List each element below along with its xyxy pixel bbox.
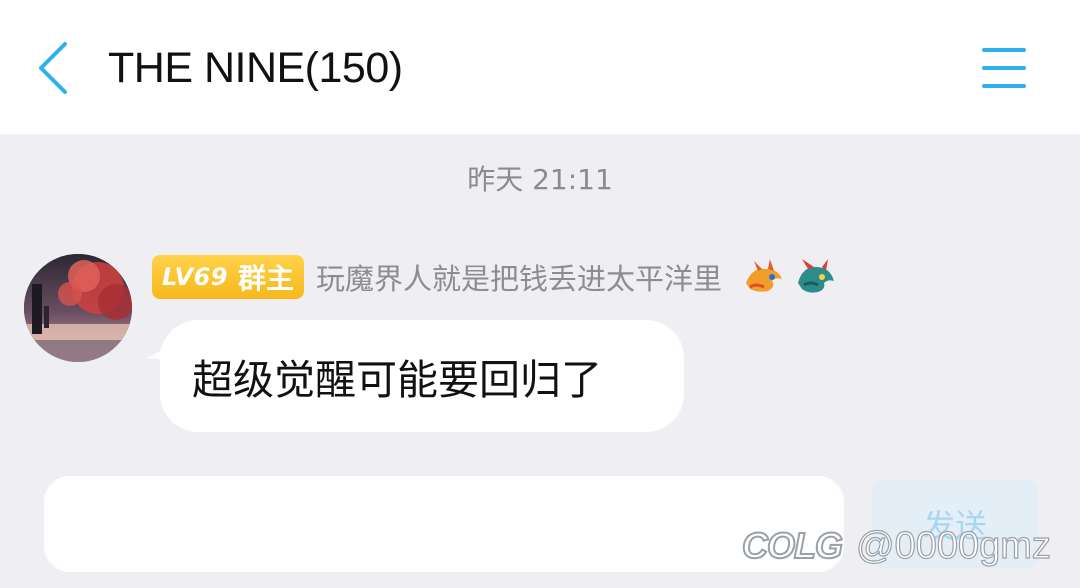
- dragon-teal-icon: [798, 259, 834, 293]
- message-bubble[interactable]: 超级觉醒可能要回归了: [160, 320, 684, 432]
- dragon-fire-icon: [746, 259, 782, 292]
- role-badge: 群主: [237, 262, 294, 295]
- hamburger-menu-icon: [982, 66, 1026, 70]
- avatar[interactable]: [24, 254, 132, 362]
- avatar-image: [24, 254, 132, 362]
- back-button[interactable]: [24, 36, 80, 100]
- menu-button[interactable]: [976, 44, 1032, 92]
- hamburger-menu-icon: [982, 48, 1026, 52]
- sender-meta: LV69 群主 玩魔界人就是把钱丢进太平洋里: [152, 252, 838, 302]
- sender-name[interactable]: 玩魔界人就是把钱丢进太平洋里: [316, 256, 722, 298]
- level-badge: LV69: [162, 263, 228, 291]
- member-badge: LV69 群主: [152, 255, 304, 299]
- message-input[interactable]: [44, 476, 844, 572]
- chat-screen: THE NINE(150) 昨天 21:11 LV69 群主 玩魔界人就是把钱丢…: [0, 0, 1080, 588]
- watermark: COLG @0000gmz: [741, 520, 1052, 572]
- chevron-left-icon: [39, 42, 67, 94]
- watermark-handle: @0000gmz: [855, 524, 1051, 567]
- message-timestamp: 昨天 21:11: [467, 163, 613, 196]
- hamburger-menu-icon: [982, 84, 1026, 88]
- group-title: THE NINE(150): [108, 44, 403, 92]
- watermark-logo: COLG: [741, 524, 844, 567]
- chat-header: THE NINE(150): [0, 0, 1080, 134]
